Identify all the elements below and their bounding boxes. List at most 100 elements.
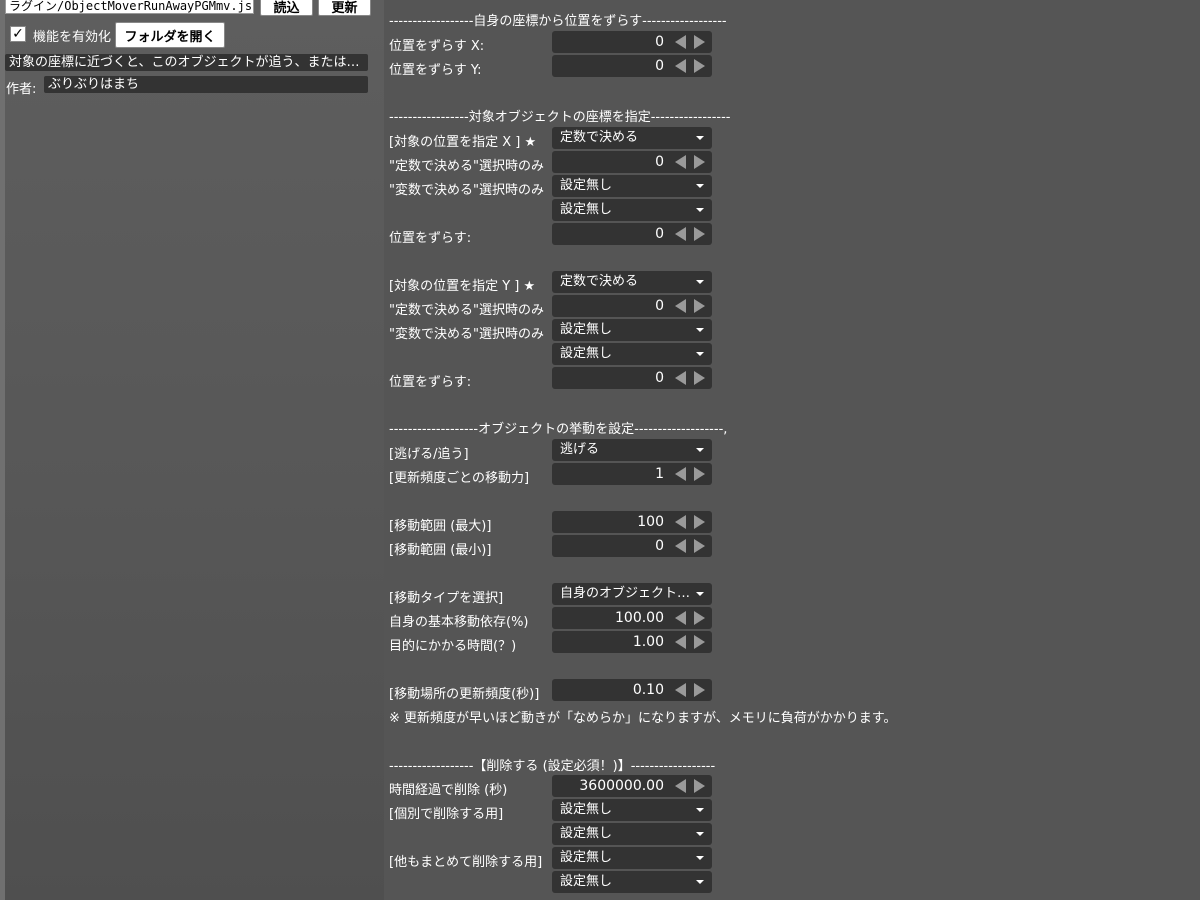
increment-arrow-icon[interactable] (694, 539, 705, 553)
stepper-value: 100.00 (615, 610, 664, 626)
decrement-arrow-icon[interactable] (675, 467, 686, 481)
checkmark-icon: ✓ (12, 26, 24, 42)
base-dependency-stepper[interactable]: 100.00 (552, 607, 712, 629)
increment-arrow-icon[interactable] (694, 467, 705, 481)
chevron-down-icon (696, 880, 704, 884)
select-value: 自身のオブジェクト… (560, 586, 691, 601)
base-dependency-label: 自身の基本移動依存(%) (389, 615, 529, 630)
update-frequency-note: ※ 更新頻度が早いほど動きが「なめらか」になりますが、メモリに負荷がかかります。 (389, 711, 897, 726)
section-self-offset: ------------------自身の座標から位置をずらす---------… (389, 14, 727, 29)
increment-arrow-icon[interactable] (694, 371, 705, 385)
stepper-value: 0 (655, 298, 664, 314)
flee-chase-label: [逃げる/追う] (389, 447, 469, 462)
decrement-arrow-icon[interactable] (675, 35, 686, 49)
decrement-arrow-icon[interactable] (675, 635, 686, 649)
increment-arrow-icon[interactable] (694, 683, 705, 697)
move-type-select[interactable]: 自身のオブジェクト… (552, 583, 712, 605)
decrement-arrow-icon[interactable] (675, 611, 686, 625)
target-y-var2-select[interactable]: 設定無し (552, 343, 712, 365)
target-x-const-stepper[interactable]: 0 (552, 151, 712, 173)
offset-x-stepper[interactable]: 0 (552, 31, 712, 53)
increment-arrow-icon[interactable] (694, 155, 705, 169)
decrement-arrow-icon[interactable] (675, 539, 686, 553)
target-x-shift-label: 位置をずらす: (389, 231, 472, 246)
decrement-arrow-icon[interactable] (675, 59, 686, 73)
move-power-label: [更新頻度ごとの移動力] (389, 471, 530, 486)
author-label: 作者: (6, 82, 37, 97)
stepper-value: 0 (655, 154, 664, 170)
stepper-value: 100 (637, 514, 664, 530)
stepper-value: 0 (655, 58, 664, 74)
select-value: 設定無し (560, 346, 613, 361)
range-min-stepper[interactable]: 0 (552, 535, 712, 557)
load-button[interactable]: 読込 (260, 0, 313, 16)
increment-arrow-icon[interactable] (694, 611, 705, 625)
offset-y-stepper[interactable]: 0 (552, 55, 712, 77)
update-frequency-stepper[interactable]: 0.10 (552, 679, 712, 701)
target-y-label: [対象の位置を指定 Y ] ★ (389, 279, 536, 294)
target-y-var-label: "変数で決める"選択時のみ (389, 327, 544, 342)
delete-time-label: 時間経過で削除 (秒) (389, 783, 508, 798)
select-value: 設定無し (560, 826, 613, 841)
decrement-arrow-icon[interactable] (675, 779, 686, 793)
target-y-var1-select[interactable]: 設定無し (552, 319, 712, 341)
move-type-label: [移動タイプを選択] (389, 591, 504, 606)
delete-all2-select[interactable]: 設定無し (552, 871, 712, 893)
delete-all-label: [他もまとめて削除する用] (389, 855, 543, 870)
select-value: 定数で決める (560, 130, 639, 145)
refresh-button[interactable]: 更新 (318, 0, 371, 16)
increment-arrow-icon[interactable] (694, 515, 705, 529)
decrement-arrow-icon[interactable] (675, 155, 686, 169)
decrement-arrow-icon[interactable] (675, 371, 686, 385)
increment-arrow-icon[interactable] (694, 299, 705, 313)
increment-arrow-icon[interactable] (694, 227, 705, 241)
section-behavior: -------------------オブジェクトの挙動を設定---------… (389, 422, 728, 437)
stepper-value: 1 (655, 466, 664, 482)
plugin-path-input[interactable]: ラグイン/ObjectMoverRunAwayPGMmv.js (5, 0, 254, 14)
delete-individual-label: [個別で削除する用] (389, 807, 504, 822)
delete-time-stepper[interactable]: 3600000.00 (552, 775, 712, 797)
left-panel: ラグイン/ObjectMoverRunAwayPGMmv.js 読込 更新 ✓ … (0, 0, 384, 900)
target-y-shift-label: 位置をずらす: (389, 375, 472, 390)
delete-all1-select[interactable]: 設定無し (552, 847, 712, 869)
stepper-value: 0 (655, 370, 664, 386)
target-y-shift-stepper[interactable]: 0 (552, 367, 712, 389)
enable-checkbox[interactable]: ✓ (10, 26, 26, 42)
target-y-mode-select[interactable]: 定数で決める (552, 271, 712, 293)
chevron-down-icon (696, 136, 704, 140)
increment-arrow-icon[interactable] (694, 35, 705, 49)
delete-individual2-select[interactable]: 設定無し (552, 823, 712, 845)
target-x-shift-stepper[interactable]: 0 (552, 223, 712, 245)
delete-individual1-select[interactable]: 設定無し (552, 799, 712, 821)
chevron-down-icon (696, 832, 704, 836)
target-x-label: [対象の位置を指定 X ] ★ (389, 135, 537, 150)
select-value: 定数で決める (560, 274, 639, 289)
target-x-var2-select[interactable]: 設定無し (552, 199, 712, 221)
chevron-down-icon (696, 592, 704, 596)
increment-arrow-icon[interactable] (694, 59, 705, 73)
chevron-down-icon (696, 808, 704, 812)
target-y-const-stepper[interactable]: 0 (552, 295, 712, 317)
increment-arrow-icon[interactable] (694, 635, 705, 649)
decrement-arrow-icon[interactable] (675, 683, 686, 697)
decrement-arrow-icon[interactable] (675, 515, 686, 529)
open-folder-button[interactable]: フォルダを開く (115, 22, 225, 48)
chevron-down-icon (696, 328, 704, 332)
enable-label: 機能を有効化 (33, 30, 112, 45)
move-power-stepper[interactable]: 1 (552, 463, 712, 485)
target-x-mode-select[interactable]: 定数で決める (552, 127, 712, 149)
panel-edge (0, 0, 5, 900)
target-x-var1-select[interactable]: 設定無し (552, 175, 712, 197)
target-x-const-label: "定数で決める"選択時のみ (389, 159, 544, 174)
section-delete: ------------------【削除する (設定必須！)】--------… (389, 759, 716, 774)
chevron-down-icon (696, 280, 704, 284)
decrement-arrow-icon[interactable] (675, 299, 686, 313)
flee-chase-select[interactable]: 逃げる (552, 439, 712, 461)
range-max-stepper[interactable]: 100 (552, 511, 712, 533)
increment-arrow-icon[interactable] (694, 779, 705, 793)
section-target: -----------------対象オブジェクトの座標を指定---------… (389, 110, 731, 125)
select-value: 逃げる (560, 442, 600, 457)
select-value: 設定無し (560, 322, 613, 337)
time-to-target-stepper[interactable]: 1.00 (552, 631, 712, 653)
decrement-arrow-icon[interactable] (675, 227, 686, 241)
